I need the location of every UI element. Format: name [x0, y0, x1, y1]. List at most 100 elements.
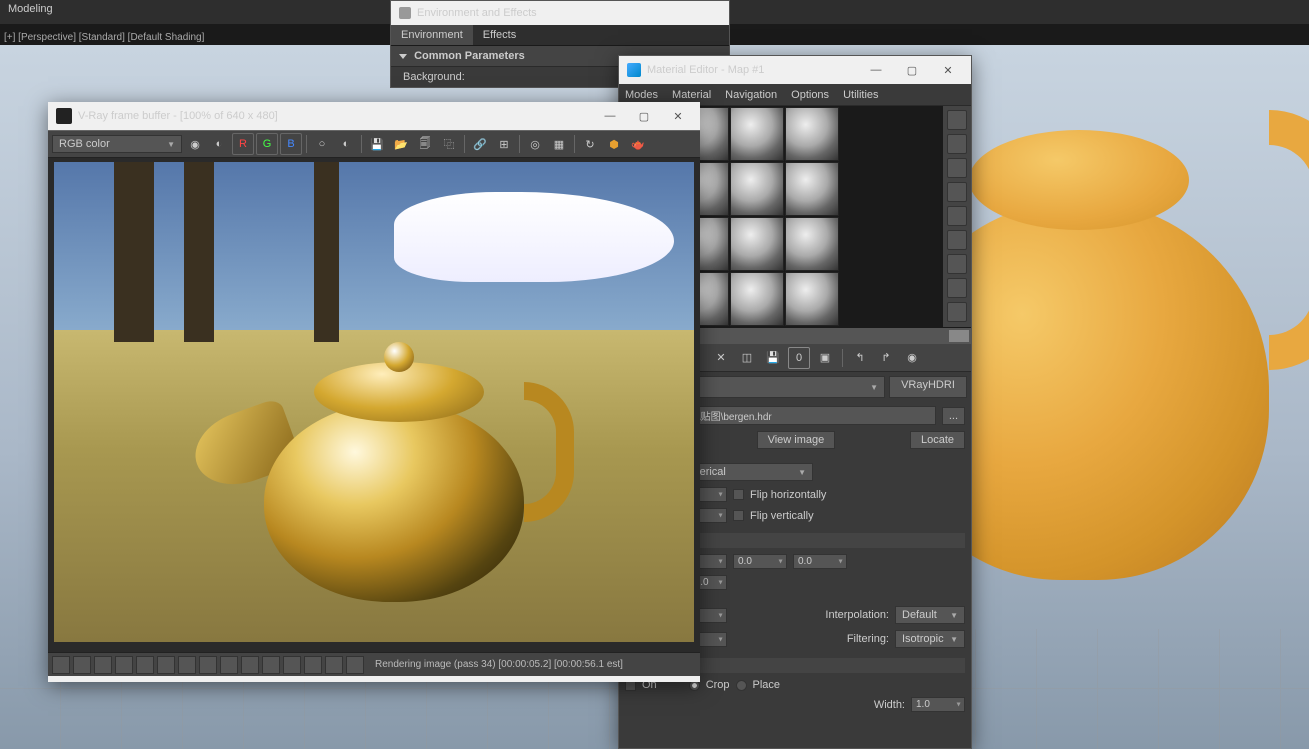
- rgb-icon[interactable]: ◉: [184, 133, 206, 155]
- track-mouse-icon[interactable]: ◎: [524, 133, 546, 155]
- map-type-button[interactable]: VRayHDRI: [889, 376, 967, 398]
- interp-label: Interpolation:: [825, 609, 889, 621]
- refresh-icon[interactable]: ↻: [579, 133, 601, 155]
- red-channel-button[interactable]: R: [232, 133, 254, 155]
- curve-icon[interactable]: [73, 656, 91, 674]
- blue-channel-button[interactable]: B: [280, 133, 302, 155]
- switch-icon[interactable]: ◐: [335, 133, 357, 155]
- maximize-button[interactable]: ▢: [630, 106, 658, 126]
- vray-logo-icon: [56, 108, 72, 124]
- env-titlebar[interactable]: Environment and Effects: [391, 1, 729, 25]
- sample-uv-icon[interactable]: [947, 182, 967, 202]
- interp-dropdown[interactable]: Default▼: [895, 606, 965, 624]
- save-icon[interactable]: 💾: [762, 347, 784, 369]
- background-icon[interactable]: [947, 158, 967, 178]
- render-handle: [524, 382, 574, 522]
- tab-effects[interactable]: Effects: [473, 25, 526, 45]
- menu-navigation[interactable]: Navigation: [725, 89, 777, 101]
- mono-icon[interactable]: ○: [311, 133, 333, 155]
- filter-dropdown[interactable]: Isotropic▼: [895, 630, 965, 648]
- vfb-render-area[interactable]: [48, 158, 700, 652]
- material-slot[interactable]: [785, 272, 839, 326]
- mat-titlebar[interactable]: Material Editor - Map #1 — ▢ ✕: [619, 56, 971, 84]
- maximize-button[interactable]: ▢: [897, 60, 927, 80]
- material-slot[interactable]: [730, 217, 784, 271]
- flip-h-checkbox[interactable]: [733, 489, 744, 500]
- menu-options[interactable]: Options: [791, 89, 829, 101]
- put-to-scene-icon[interactable]: ◫: [736, 347, 758, 369]
- sample-type-icon[interactable]: [947, 110, 967, 130]
- levels-icon[interactable]: [220, 656, 238, 674]
- channel-dropdown[interactable]: RGB color▼: [52, 135, 182, 153]
- save-icon[interactable]: 💾: [366, 133, 388, 155]
- lut-icon[interactable]: [157, 656, 175, 674]
- copy-icon[interactable]: ⿻: [438, 133, 460, 155]
- viewport-label[interactable]: [+] [Perspective] [Standard] [Default Sh…: [4, 32, 204, 43]
- flip-v-label: Flip vertically: [750, 510, 814, 522]
- width-spinner[interactable]: 1.0: [911, 697, 965, 712]
- vfb-toolbar: RGB color▼ ◉ ◐ R G B ○ ◐ 💾 📂 🗐 ⿻ 🔗 ⊞ ◎ ▦…: [48, 130, 700, 158]
- place-radio[interactable]: [736, 680, 747, 691]
- scroll-thumb[interactable]: [949, 330, 969, 342]
- material-slot[interactable]: [730, 272, 784, 326]
- minimize-button[interactable]: —: [861, 60, 891, 80]
- green-channel-button[interactable]: G: [256, 133, 278, 155]
- material-slot[interactable]: [730, 107, 784, 161]
- crop-label: Crop: [706, 679, 730, 691]
- go-forward-icon[interactable]: ↱: [875, 347, 897, 369]
- icc-icon[interactable]: [199, 656, 217, 674]
- background-label: Background:: [403, 71, 465, 83]
- material-slot[interactable]: [785, 162, 839, 216]
- view-image-button[interactable]: View image: [757, 431, 836, 449]
- link-icon[interactable]: 🔗: [469, 133, 491, 155]
- select-by-material-icon[interactable]: [947, 278, 967, 298]
- close-button[interactable]: ✕: [664, 106, 692, 126]
- clear-icon[interactable]: 🗐: [414, 133, 436, 155]
- make-preview-icon[interactable]: [947, 230, 967, 250]
- bkg-icon[interactable]: [241, 656, 259, 674]
- pos-y-spinner[interactable]: 0.0: [733, 554, 787, 569]
- hist-icon[interactable]: [304, 656, 322, 674]
- region-icon[interactable]: ⊞: [493, 133, 515, 155]
- exposure-icon[interactable]: [94, 656, 112, 674]
- alpha-icon[interactable]: ◐: [208, 133, 230, 155]
- pick-icon[interactable]: ◉: [901, 347, 923, 369]
- reset-icon[interactable]: ✕: [710, 347, 732, 369]
- video-color-icon[interactable]: [947, 206, 967, 226]
- material-slot[interactable]: [730, 162, 784, 216]
- hsl-icon[interactable]: [136, 656, 154, 674]
- show-map-icon[interactable]: 0: [788, 347, 810, 369]
- stop-icon[interactable]: ⬢: [603, 133, 625, 155]
- section-label: Common Parameters: [414, 50, 525, 62]
- show-end-icon[interactable]: ▣: [814, 347, 836, 369]
- render-tree: [114, 162, 154, 342]
- material-slot[interactable]: [785, 217, 839, 271]
- ocio-icon[interactable]: [178, 656, 196, 674]
- h-icon[interactable]: [325, 656, 343, 674]
- load-icon[interactable]: 📂: [390, 133, 412, 155]
- stamp-icon[interactable]: [262, 656, 280, 674]
- browse-button[interactable]: ...: [942, 407, 965, 425]
- minimize-button[interactable]: —: [596, 106, 624, 126]
- pixel-info-icon[interactable]: ▦: [548, 133, 570, 155]
- compare-icon[interactable]: [346, 656, 364, 674]
- material-map-navigator-icon[interactable]: [947, 302, 967, 322]
- menu-material[interactable]: Material: [672, 89, 711, 101]
- locate-button[interactable]: Locate: [910, 431, 965, 449]
- backlight-icon[interactable]: [947, 134, 967, 154]
- menu-utilities[interactable]: Utilities: [843, 89, 878, 101]
- go-parent-icon[interactable]: ↰: [849, 347, 871, 369]
- close-button[interactable]: ✕: [933, 60, 963, 80]
- cc-icon[interactable]: [52, 656, 70, 674]
- pos-z-spinner[interactable]: 0.0: [793, 554, 847, 569]
- options-icon[interactable]: [947, 254, 967, 274]
- bloom-icon[interactable]: [283, 656, 301, 674]
- vfb-titlebar[interactable]: V-Ray frame buffer - [100% of 640 x 480]…: [48, 102, 700, 130]
- menu-modes[interactable]: Modes: [625, 89, 658, 101]
- tab-environment[interactable]: Environment: [391, 25, 473, 45]
- flip-v-checkbox[interactable]: [733, 510, 744, 521]
- render-last-icon[interactable]: 🫖: [627, 133, 649, 155]
- wb-icon[interactable]: [115, 656, 133, 674]
- material-slot[interactable]: [785, 107, 839, 161]
- place-label: Place: [753, 679, 781, 691]
